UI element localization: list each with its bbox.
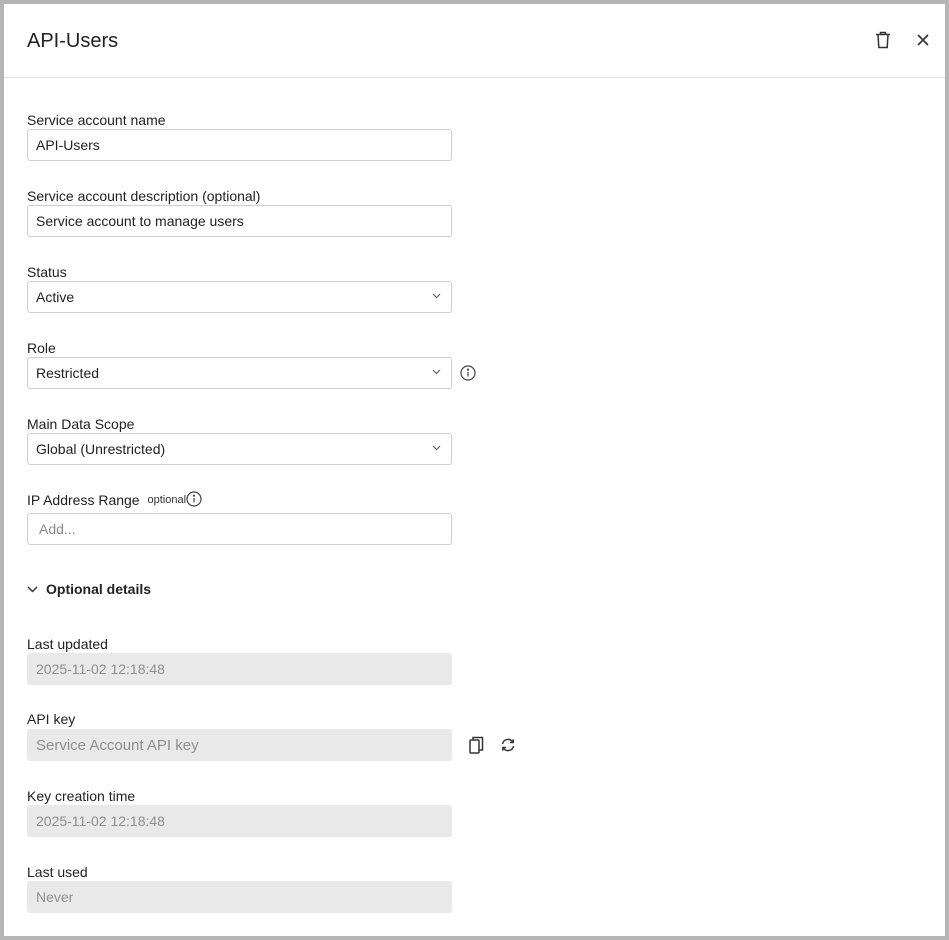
service-account-name-label: Service account name xyxy=(27,112,166,128)
ip-range-label-text: IP Address Range xyxy=(27,492,140,508)
last-used-label: Last used xyxy=(27,864,88,880)
ip-range-input[interactable]: Add... xyxy=(27,513,452,545)
last-used-field: Never xyxy=(27,881,452,913)
key-creation-time-label: Key creation time xyxy=(27,788,136,804)
description-label: Service account description (optional) xyxy=(27,188,261,204)
chevron-down-icon xyxy=(432,445,441,451)
info-icon xyxy=(186,491,202,507)
api-key-label: API key xyxy=(27,711,76,727)
dialog-header: API-Users xyxy=(4,4,945,78)
api-key-placeholder: Service Account API key xyxy=(36,736,199,754)
copy-api-key-button[interactable] xyxy=(466,735,486,755)
service-account-dialog: API-Users Service account name API-Users… xyxy=(0,0,949,940)
info-icon xyxy=(460,365,476,381)
last-used-value: Never xyxy=(36,889,74,905)
refresh-icon xyxy=(501,738,515,752)
dialog-title: API-Users xyxy=(27,30,119,52)
last-updated-label: Last updated xyxy=(27,636,108,652)
data-scope-label: Main Data Scope xyxy=(27,416,135,432)
regenerate-api-key-button[interactable] xyxy=(498,735,518,755)
description-input[interactable]: Service account to manage users xyxy=(27,205,452,237)
last-updated-field: 2025-11-02 12:18:48 xyxy=(27,653,452,685)
status-label: Status xyxy=(27,264,67,280)
service-account-name-input[interactable]: API-Users xyxy=(27,129,452,161)
close-button[interactable] xyxy=(911,28,935,52)
service-account-name-value: API-Users xyxy=(36,137,100,153)
role-info-button[interactable] xyxy=(459,364,477,382)
chevron-down-icon xyxy=(432,369,441,375)
chevron-down-icon xyxy=(432,293,441,299)
ip-range-placeholder: Add... xyxy=(39,521,76,537)
ip-range-label: IP Address Range optional xyxy=(27,492,186,508)
optional-tag: optional xyxy=(147,494,187,506)
description-value: Service account to manage users xyxy=(36,213,244,229)
role-label: Role xyxy=(27,340,56,356)
last-updated-value: 2025-11-02 12:18:48 xyxy=(36,661,165,677)
status-select[interactable]: Active xyxy=(27,281,452,313)
optional-details-label: Optional details xyxy=(46,581,152,597)
key-creation-time-value: 2025-11-02 12:18:48 xyxy=(36,813,165,829)
trash-icon xyxy=(876,31,890,49)
optional-details-toggle[interactable]: Optional details xyxy=(27,581,151,597)
delete-button[interactable] xyxy=(871,28,895,52)
role-select[interactable]: Restricted xyxy=(27,357,452,389)
copy-icon xyxy=(468,736,483,754)
api-key-field: Service Account API key xyxy=(27,729,452,761)
key-creation-time-field: 2025-11-02 12:18:48 xyxy=(27,805,452,837)
close-icon xyxy=(917,34,929,46)
role-value: Restricted xyxy=(36,365,100,381)
chevron-down-icon xyxy=(27,585,38,593)
data-scope-select[interactable]: Global (Unrestricted) xyxy=(27,433,452,465)
ip-range-info-button[interactable] xyxy=(185,490,203,508)
data-scope-value: Global (Unrestricted) xyxy=(36,441,166,457)
status-value: Active xyxy=(36,289,75,305)
